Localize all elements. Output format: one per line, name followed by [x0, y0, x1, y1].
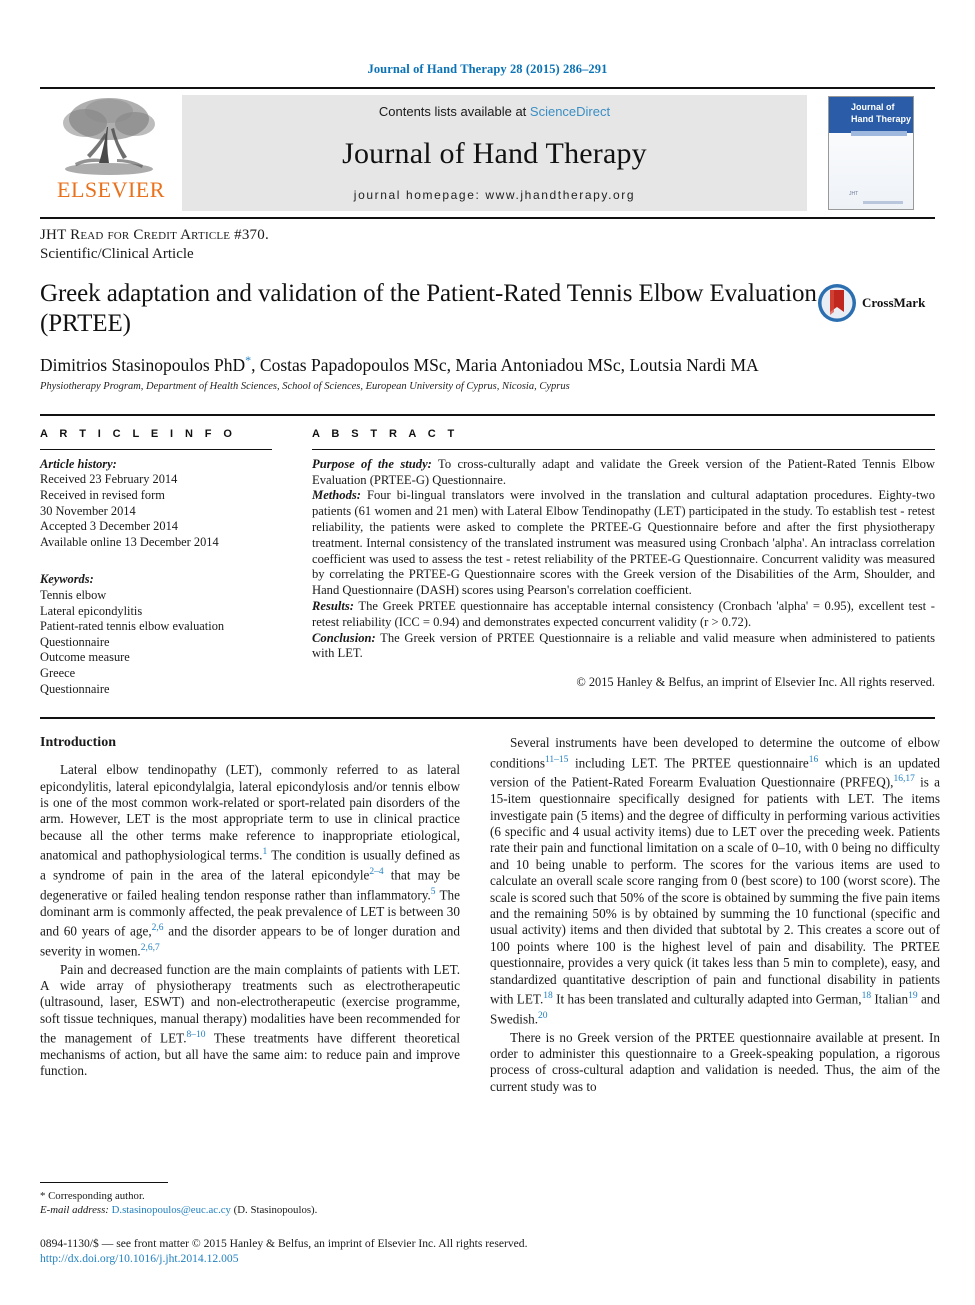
article-body: Introduction Lateral elbow tendinopathy … — [40, 717, 940, 1097]
abstract-copyright: © 2015 Hanley & Belfus, an imprint of El… — [576, 675, 935, 690]
abstract-results: Results: The Greek PRTEE questionnaire h… — [312, 599, 935, 631]
abstract-divider — [312, 448, 935, 450]
elsevier-wordmark: ELSEVIER — [57, 177, 165, 202]
sciencedirect-link[interactable]: ScienceDirect — [530, 104, 610, 119]
email-label: E-mail address: — [40, 1204, 112, 1216]
keywords-label: Keywords: — [40, 572, 94, 587]
body-column-left: Introduction Lateral elbow tendinopathy … — [40, 735, 460, 1097]
crossmark-label: CrossMark — [862, 295, 926, 310]
article-info-column: A R T I C L E I N F O Article history: R… — [40, 428, 290, 697]
purpose-label: Purpose of the study: — [312, 456, 432, 471]
keyword-item: Patient-rated tennis elbow evaluation — [40, 619, 225, 634]
abstract-methods: Methods: Four bi-lingual translators wer… — [312, 488, 935, 599]
article-page: Journal of Hand Therapy 28 (2015) 286–29… — [0, 0, 975, 1305]
email-suffix: (D. Stasinopoulos). — [230, 1204, 318, 1216]
article-info-heading: A R T I C L E I N F O — [40, 427, 237, 440]
keyword-item: Outcome measure — [40, 650, 130, 665]
reference-link[interactable]: 16,17 — [893, 774, 914, 784]
conclusion-label: Conclusion: — [312, 630, 376, 645]
corresponding-author-note: * Corresponding author. — [40, 1190, 145, 1202]
history-item: Received 23 February 2014 — [40, 472, 178, 487]
info-divider — [40, 448, 272, 450]
cover-rule — [851, 131, 907, 136]
author-list: Dimitrios Stasinopoulos PhD*, Costas Pap… — [40, 353, 935, 376]
history-item: Received in revised form — [40, 488, 165, 503]
cover-foot-bar — [863, 201, 903, 204]
running-head: Journal of Hand Therapy 28 (2015) 286–29… — [367, 62, 608, 76]
section-heading-introduction: Introduction — [40, 735, 116, 751]
history-item: Available online 13 December 2014 — [40, 534, 219, 549]
contents-available-line: Contents lists available at ScienceDirec… — [379, 104, 610, 119]
doi-link[interactable]: http://dx.doi.org/10.1016/j.jht.2014.12.… — [40, 1251, 935, 1266]
footnote-divider — [40, 1182, 168, 1183]
email-note: E-mail address: D.stasinopoulos@euc.ac.c… — [40, 1203, 460, 1217]
para-text: including LET. The PRTEE questionnaire — [568, 754, 809, 770]
author-rest: , Costas Papadopoulos MSc, Maria Antonia… — [251, 354, 759, 375]
reference-link[interactable]: 16 — [809, 755, 819, 765]
issn-copyright-line: 0894-1130/$ — see front matter © 2015 Ha… — [40, 1237, 528, 1250]
page-footer: 0894-1130/$ — see front matter © 2015 Ha… — [40, 1236, 935, 1266]
masthead-center: Contents lists available at ScienceDirec… — [182, 95, 807, 211]
elsevier-logo: ELSEVIER — [40, 89, 182, 217]
journal-cover-thumbnail: Journal of Hand Therapy JHT — [807, 89, 935, 217]
para-text: Italian — [871, 991, 909, 1007]
credit-article-line: JHT Read for Credit Article #370. — [40, 227, 269, 243]
article-header: JHT Read for Credit Article #370. Scient… — [40, 227, 935, 392]
keywords-list: Keywords: Tennis elbow Lateral epicondyl… — [40, 572, 272, 697]
crossmark-icon — [817, 283, 857, 323]
history-item: Accepted 3 December 2014 — [40, 519, 178, 534]
abstract-conclusion: Conclusion: The Greek version of PRTEE Q… — [312, 631, 935, 663]
footnote-block: * Corresponding author. E-mail address: … — [40, 1182, 460, 1217]
elsevier-tree-icon — [51, 93, 171, 181]
cover-foot-mark: JHT — [849, 191, 859, 197]
journal-title: Journal of Hand Therapy — [342, 136, 647, 170]
results-text: The Greek PRTEE questionnaire has accept… — [312, 599, 935, 629]
abstract-heading: A B S T R A C T — [312, 427, 459, 440]
reference-link[interactable]: 19 — [908, 991, 918, 1001]
page-title: Greek adaptation and validation of the P… — [40, 280, 817, 337]
keyword-item: Tennis elbow — [40, 587, 107, 602]
cover-title-line1: Journal of — [851, 102, 895, 112]
journal-masthead: ELSEVIER Contents lists available at Sci… — [40, 87, 935, 219]
email-link[interactable]: D.stasinopoulos@euc.ac.cy — [112, 1204, 231, 1216]
conclusion-text: The Greek version of PRTEE Questionnaire… — [312, 630, 935, 661]
article-type-line: Scientific/Clinical Article — [40, 246, 194, 262]
history-item: 30 November 2014 — [40, 503, 136, 518]
reference-link[interactable]: 8–10 — [187, 1030, 206, 1040]
abstract-text: Purpose of the study: To cross-culturall… — [312, 457, 935, 662]
reference-link[interactable]: 18 — [862, 991, 872, 1001]
methods-text: Four bi-lingual translators were involve… — [312, 488, 935, 598]
keyword-item: Questionnaire — [40, 634, 110, 649]
keyword-item: Lateral epicondylitis — [40, 603, 143, 618]
reference-link[interactable]: 2,6 — [152, 923, 164, 933]
abstract-purpose: Purpose of the study: To cross-culturall… — [312, 457, 935, 489]
cover-title-line2: Hand Therapy — [851, 114, 912, 124]
abstract-column: A B S T R A C T Purpose of the study: To… — [290, 428, 935, 697]
reference-link[interactable]: 20 — [538, 1011, 548, 1021]
para-text: is a 15-item questionnaire specifically … — [490, 774, 940, 1007]
body-column-right: Several instruments have been developed … — [490, 735, 940, 1097]
para-text: It has been translated and culturally ad… — [552, 991, 862, 1007]
contents-prefix: Contents lists available at — [378, 104, 530, 119]
info-abstract-block: A R T I C L E I N F O Article history: R… — [40, 413, 935, 697]
keyword-item: Questionnaire — [40, 681, 110, 696]
reference-link[interactable]: 18 — [543, 991, 553, 1001]
paragraph: Several instruments have been developed … — [490, 735, 940, 1027]
reference-link[interactable]: 2,6,7 — [141, 943, 160, 953]
reference-link[interactable]: 11–15 — [545, 755, 568, 765]
methods-label: Methods: — [312, 488, 361, 503]
article-history: Article history: Received 23 February 20… — [40, 457, 272, 551]
author-first: Dimitrios Stasinopoulos PhD — [40, 354, 246, 375]
history-label: Article history: — [40, 456, 117, 471]
cover-title: Journal of Hand Therapy — [851, 101, 911, 125]
results-label: Results: — [312, 599, 354, 613]
journal-homepage-line[interactable]: journal homepage: www.jhandtherapy.org — [354, 188, 635, 202]
crossmark-badge[interactable]: CrossMark — [817, 279, 935, 323]
keyword-item: Greece — [40, 665, 76, 680]
paragraph: There is no Greek version of the PRTEE q… — [490, 1029, 940, 1094]
paragraph: Lateral elbow tendinopathy (LET), common… — [40, 762, 460, 959]
affiliation: Physiotherapy Program, Department of Hea… — [40, 380, 570, 392]
paragraph: Pain and decreased function are the main… — [40, 962, 460, 1080]
reference-link[interactable]: 2–4 — [369, 867, 383, 877]
